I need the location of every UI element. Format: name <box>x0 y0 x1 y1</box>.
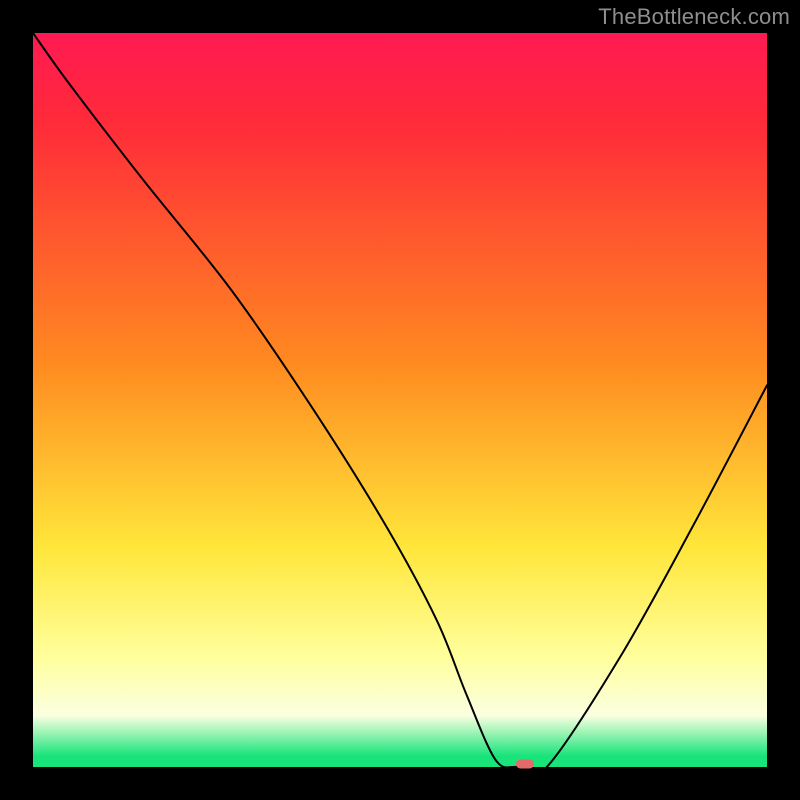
chart-frame: TheBottleneck.com <box>0 0 800 800</box>
attribution-label: TheBottleneck.com <box>598 4 790 30</box>
optimum-marker <box>516 760 534 769</box>
plot-area <box>33 33 767 767</box>
bottleneck-curve <box>33 33 767 767</box>
